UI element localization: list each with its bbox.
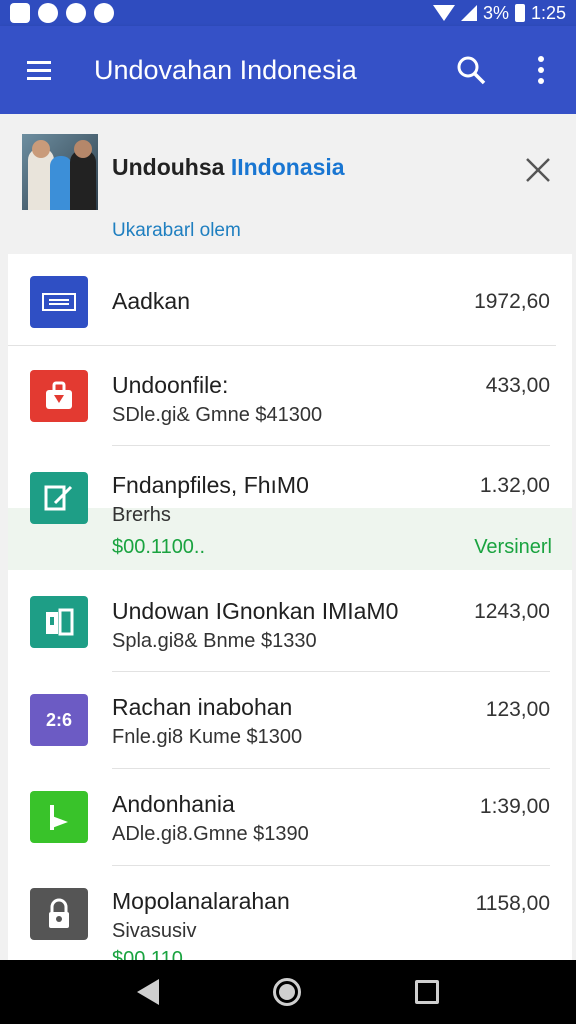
more-options-button[interactable]	[506, 26, 576, 114]
list-item[interactable]: Undowan IGnonkan IMIaM0 Spla.gi8& Bnme $…	[8, 572, 572, 672]
recents-icon[interactable]	[415, 980, 439, 1004]
item-price: $00,110	[112, 948, 183, 960]
item-subtitle: SDle.gi& Gmne $41300	[112, 404, 323, 426]
profile-name-part2: IIndonasia	[230, 154, 345, 180]
item-amount: 1158,00	[475, 892, 550, 915]
profile-name-part1: Undouhsa	[112, 154, 231, 180]
item-amount: 1972,60	[474, 290, 550, 313]
item-amount: 123,00	[485, 698, 550, 721]
clock: 1:25	[530, 2, 566, 23]
back-icon[interactable]	[137, 979, 159, 1005]
item-subtitle: Fnle.gi8 Kume $1300	[112, 726, 303, 748]
home-icon[interactable]	[273, 978, 301, 1006]
header-link[interactable]: Ukarabarl olem	[112, 220, 241, 242]
list-item[interactable]: Aadkan 1972,60	[8, 254, 572, 346]
image-notification-icon	[10, 3, 30, 23]
close-icon	[526, 158, 550, 182]
item-subtitle: Brerhs	[112, 504, 171, 526]
bag-icon	[30, 370, 88, 422]
item-subtitle: Spla.gi8& Bnme $1330	[112, 630, 317, 652]
item-price: $00.1100..	[112, 536, 206, 558]
menu-button[interactable]	[0, 26, 80, 114]
item-subtitle: ADle.gi8.Gmne $1390	[112, 823, 309, 845]
list-item[interactable]: Mopolanalarahan Sivasusiv $00,110 1158,0…	[8, 866, 572, 960]
item-title: Undowan IGnonkan IMIaM0	[112, 598, 399, 624]
app-bar: Undovahan Indonesia	[0, 26, 576, 114]
system-nav-bar	[0, 960, 576, 1024]
list-item[interactable]: Undoonfile: SDle.gi& Gmne $41300 433,00	[8, 346, 572, 446]
list-item[interactable]: Fndanpfiles, FhıM0 Brerhs $00.1100.. 1.3…	[8, 446, 572, 572]
battery-icon	[514, 4, 525, 22]
search-icon	[457, 56, 486, 85]
item-amount: 1.32,00	[479, 474, 550, 497]
battery-percent: 3%	[482, 2, 509, 23]
item-amount: 433,00	[485, 374, 550, 397]
transaction-list: Aadkan 1972,60 Undoonfile: SDle.gi& Gmne…	[8, 254, 572, 960]
list-item[interactable]: 2:6 Rachan inabohan Fnle.gi8 Kume $1300 …	[8, 672, 572, 769]
app-title: Undovahan Indonesia	[94, 54, 357, 85]
item-title: Fndanpfiles, FhıM0	[112, 472, 309, 498]
avatar	[22, 134, 98, 210]
chat-notification-icon	[94, 3, 114, 23]
wifi-icon	[432, 5, 455, 21]
sync-notification-icon	[38, 3, 58, 23]
numbers-icon-text: 2:6	[45, 709, 72, 730]
document-icon	[30, 276, 88, 328]
files-icon	[30, 596, 88, 648]
item-title: Aadkan	[112, 288, 191, 314]
menu-icon	[27, 61, 51, 80]
lock-icon	[30, 888, 88, 940]
item-title: Undoonfile:	[112, 372, 229, 398]
edit-icon	[30, 472, 88, 524]
close-button[interactable]	[518, 150, 558, 190]
flag-icon	[30, 791, 88, 843]
more-vert-icon	[538, 56, 544, 84]
item-version: Versinerl	[474, 536, 552, 558]
search-button[interactable]	[436, 26, 506, 114]
status-bar: 3% 1:25	[0, 0, 576, 26]
item-title: Mopolanalarahan	[112, 888, 290, 914]
profile-name: Undouhsa IIndonasia	[112, 154, 345, 181]
item-amount: 1:39,00	[479, 795, 550, 818]
profile-header: Undouhsa IIndonasia Ukarabarl olem	[0, 114, 576, 254]
numbers-icon: 2:6	[30, 694, 88, 746]
item-subtitle: Sivasusiv	[112, 920, 197, 942]
signal-icon	[460, 5, 477, 21]
item-amount: 1243,00	[474, 600, 550, 623]
item-title: Rachan inabohan	[112, 694, 293, 720]
app-notification-icon	[66, 3, 86, 23]
list-item[interactable]: Andonhania ADle.gi8.Gmne $1390 1:39,00	[8, 769, 572, 866]
item-title: Andonhania	[112, 791, 235, 817]
